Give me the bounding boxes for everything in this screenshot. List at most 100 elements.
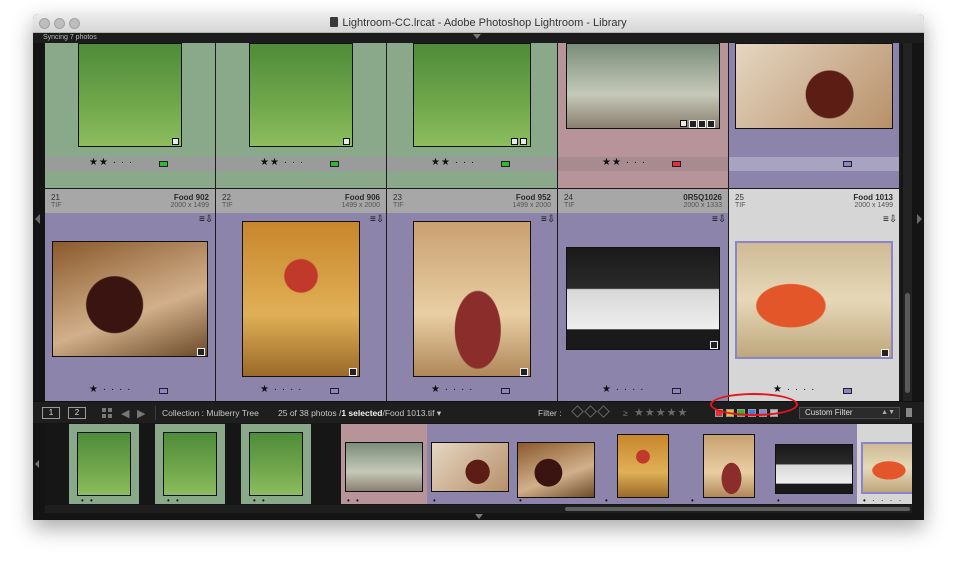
color-label-purple[interactable]: [672, 388, 681, 394]
rating-stars[interactable]: ★ · · · ·: [773, 384, 815, 395]
quick-collection-icon[interactable]: ≡⇩: [712, 214, 726, 225]
rating-stars[interactable]: ★ · · · ·: [89, 384, 131, 395]
photo-count[interactable]: 25 of 38 photos /1 selected/Food 1013.ti…: [278, 408, 441, 419]
unflagged-icon[interactable]: [584, 405, 597, 418]
filmstrip-cell[interactable]: • •: [241, 424, 311, 505]
forward-arrow-icon[interactable]: ▶: [137, 407, 145, 420]
grid-scrollbar-thumb[interactable]: [905, 293, 910, 393]
filmstrip-cell[interactable]: •: [771, 424, 857, 505]
collection-badge-icon[interactable]: [197, 348, 205, 356]
rating-stars[interactable]: ★ · · · ·: [602, 384, 644, 395]
rating-stars[interactable]: ★ · · · ·: [260, 384, 302, 395]
rating-stars[interactable]: ★★ · · ·: [260, 157, 304, 168]
color-label-green[interactable]: [330, 161, 339, 167]
pick-flag-icon[interactable]: [571, 405, 584, 418]
grid-cell[interactable]: 24 0R5Q1026 TIF 2000 x 1333 ≡⇩ ★ · · · ·: [558, 189, 728, 401]
filmstrip-cell[interactable]: • •: [341, 424, 427, 505]
photo-thumbnail[interactable]: [249, 43, 353, 147]
filmstrip-cell[interactable]: • •: [155, 424, 225, 505]
grid-scrollbar[interactable]: [903, 43, 912, 401]
develop-badge-icon[interactable]: [511, 138, 518, 145]
filmstrip-cell-selected[interactable]: • · · · ·: [857, 424, 912, 505]
grid-cell[interactable]: 21 Food 902 TIF 2000 x 1499 ≡⇩ ★ · · · ·: [45, 189, 215, 401]
filmstrip-cell[interactable]: •: [427, 424, 513, 505]
quick-collection-icon[interactable]: ≡⇩: [199, 214, 213, 225]
metadata-badge-icon[interactable]: [520, 138, 527, 145]
photo-thumbnail[interactable]: [78, 43, 182, 147]
filmstrip-thumbnail[interactable]: [775, 444, 853, 494]
left-panel-toggle-icon[interactable]: [35, 214, 40, 224]
custom-filter-select[interactable]: Custom Filter ▲▼: [799, 407, 900, 419]
collection-breadcrumb[interactable]: Collection : Mulberry Tree: [162, 408, 259, 418]
develop-badge-icon[interactable]: [680, 120, 687, 127]
collection-badge-icon[interactable]: [698, 120, 706, 128]
filmstrip-scrollbar[interactable]: [45, 505, 912, 513]
color-label-red[interactable]: [672, 161, 681, 167]
rating-stars[interactable]: ★★ · · ·: [602, 157, 646, 168]
filmstrip-cell[interactable]: •: [599, 424, 685, 505]
rating-stars[interactable]: ★★ · · ·: [89, 157, 133, 168]
quick-collection-icon[interactable]: ≡⇩: [541, 214, 555, 225]
filmstrip-thumbnail[interactable]: [617, 434, 669, 498]
photo-thumbnail[interactable]: [735, 43, 893, 129]
primary-window-button[interactable]: 1: [42, 407, 60, 419]
filmstrip-thumbnail[interactable]: [517, 442, 595, 498]
filmstrip-cell[interactable]: • •: [69, 424, 139, 505]
rating-filter-stars[interactable]: ★★★★★: [634, 406, 688, 419]
photo-thumbnail[interactable]: [566, 247, 720, 350]
filmstrip-thumbnail[interactable]: [703, 434, 755, 498]
collection-badge-icon[interactable]: [349, 368, 357, 376]
color-label-purple[interactable]: [159, 388, 168, 394]
grid-cell[interactable]: ★★ · · ·: [216, 43, 386, 188]
collection-badge-icon[interactable]: [520, 368, 528, 376]
color-label-purple[interactable]: [330, 388, 339, 394]
grid-cell[interactable]: ★★ · · ·: [45, 43, 215, 188]
grid-cell[interactable]: 23 Food 952 TIF 1499 x 2000 ≡⇩ ★ · · · ·: [387, 189, 557, 401]
color-label-purple[interactable]: [843, 388, 852, 394]
photo-thumbnail[interactable]: [242, 221, 360, 377]
photo-thumbnail[interactable]: [413, 43, 531, 147]
filmstrip-left-arrow-icon[interactable]: [35, 460, 39, 468]
secondary-window-button[interactable]: 2: [68, 407, 86, 419]
rating-stars[interactable]: ★★ · · ·: [431, 157, 475, 168]
grid-cell[interactable]: 22 Food 906 TIF 1499 x 2000 ≡⇩ ★ · · · ·: [216, 189, 386, 401]
grid-cell[interactable]: ★★ · · ·: [387, 43, 557, 188]
color-label-green[interactable]: [501, 161, 510, 167]
top-panel-toggle-icon[interactable]: [473, 34, 481, 39]
filmstrip-cell[interactable]: •: [513, 424, 599, 505]
color-label-purple[interactable]: [501, 388, 510, 394]
quick-collection-icon[interactable]: ≡⇩: [883, 214, 897, 225]
collection-badge-icon[interactable]: [710, 341, 718, 349]
color-label-purple[interactable]: [843, 161, 852, 167]
filmstrip-thumbnail[interactable]: [861, 442, 912, 494]
filmstrip-thumbnail[interactable]: [163, 432, 217, 496]
photo-thumbnail[interactable]: [566, 43, 720, 129]
photo-thumbnail[interactable]: [52, 241, 208, 357]
quick-collection-icon[interactable]: ≡⇩: [370, 214, 384, 225]
back-arrow-icon[interactable]: ◀: [121, 407, 129, 420]
right-panel-toggle-icon[interactable]: [917, 214, 922, 224]
develop-badge-icon[interactable]: [172, 138, 179, 145]
photo-thumbnail[interactable]: [413, 221, 531, 377]
color-label-green[interactable]: [159, 161, 168, 167]
rating-compare[interactable]: ≥: [623, 408, 628, 418]
filmstrip-scrollbar-thumb[interactable]: [565, 507, 910, 511]
crop-badge-icon[interactable]: [689, 120, 697, 128]
keyword-badge-icon[interactable]: [707, 120, 715, 128]
filmstrip-thumbnail[interactable]: [249, 432, 303, 496]
grid-cell[interactable]: [729, 43, 899, 188]
grid-cell-selected[interactable]: 25 Food 1013 TIF 2000 x 1499 ≡⇩ ★ · · · …: [729, 189, 899, 401]
photo-thumbnail[interactable]: [735, 241, 893, 359]
filmstrip-thumbnail[interactable]: [345, 442, 423, 492]
filter-lock-icon[interactable]: [906, 408, 912, 417]
filmstrip-thumbnail[interactable]: [431, 442, 509, 492]
bottom-panel-toggle-icon[interactable]: [475, 514, 483, 519]
rating-stars[interactable]: ★ · · · ·: [431, 384, 473, 395]
grid-view-icon[interactable]: [102, 408, 112, 418]
filmstrip-thumbnail[interactable]: [77, 432, 131, 496]
collection-badge-icon[interactable]: [881, 349, 889, 357]
filmstrip-cell[interactable]: •: [685, 424, 771, 505]
develop-badge-icon[interactable]: [343, 138, 350, 145]
grid-cell[interactable]: ★★ · · ·: [558, 43, 728, 188]
rejected-flag-icon[interactable]: [597, 405, 610, 418]
